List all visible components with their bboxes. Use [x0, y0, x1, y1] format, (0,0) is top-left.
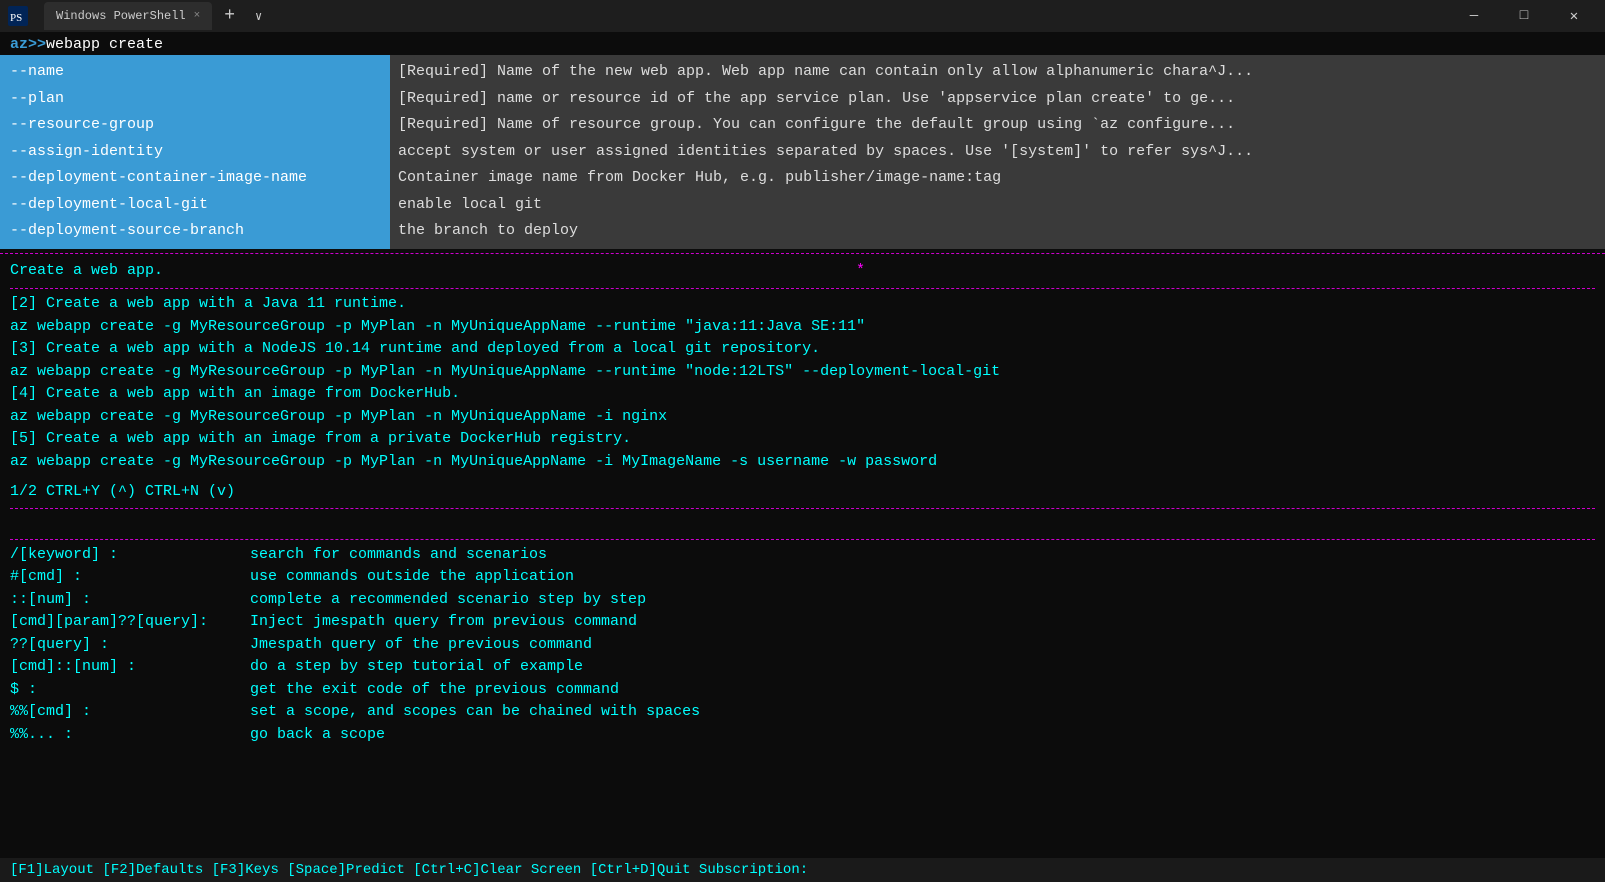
tab-label: Windows PowerShell [56, 9, 186, 23]
autocomplete-item-container-image[interactable]: --deployment-container-image-name [0, 165, 390, 192]
desc-source-branch: the branch to deploy [398, 218, 1597, 245]
desc-assign-identity: accept system or user assigned identitie… [398, 139, 1597, 166]
prompt: az>> [10, 36, 46, 53]
example-3-cmd: az webapp create -g MyResourceGroup -p M… [10, 361, 1595, 384]
help-row-back: %%... : go back a scope [10, 724, 1595, 747]
example-2-label: [2] Create a web app with a Java 11 runt… [10, 293, 1595, 316]
desc-plan: [Required] name or resource id of the ap… [398, 86, 1597, 113]
window-controls: — □ ✕ [1451, 0, 1597, 32]
maximize-button[interactable]: □ [1501, 0, 1547, 32]
autocomplete-item-resource-group[interactable]: --resource-group [0, 112, 390, 139]
help-row-keyword: /[keyword] : search for commands and sce… [10, 544, 1595, 567]
example-5-label: [5] Create a web app with an image from … [10, 428, 1595, 451]
example-3-label: [3] Create a web app with a NodeJS 10.14… [10, 338, 1595, 361]
pagination: 1/2 CTRL+Y (^) CTRL+N (v) [10, 481, 1595, 504]
desc-name: [Required] Name of the new web app. Web … [398, 59, 1597, 86]
help-row-tutorial: [cmd]::[num] : do a step by step tutoria… [10, 656, 1595, 679]
help-row-num: ::[num] : complete a recommended scenari… [10, 589, 1595, 612]
content-star: * [856, 260, 865, 283]
example-4-label: [4] Create a web app with an image from … [10, 383, 1595, 406]
titlebar-tabs: Windows PowerShell × + ∨ [44, 2, 270, 30]
powershell-icon: PS [8, 6, 28, 26]
close-button[interactable]: ✕ [1551, 0, 1597, 32]
terminal-content: Create a web app. * [2] Create a web app… [0, 258, 1605, 747]
example-4-cmd: az webapp create -g MyResourceGroup -p M… [10, 406, 1595, 429]
close-tab-icon[interactable]: × [194, 10, 201, 22]
tab-dropdown-button[interactable]: ∨ [247, 9, 270, 24]
divider-1 [0, 253, 1605, 254]
example-2-cmd: az webapp create -g MyResourceGroup -p M… [10, 316, 1595, 339]
help-row-query: [cmd][param]??[query]: Inject jmespath q… [10, 611, 1595, 634]
svg-text:PS: PS [10, 12, 22, 24]
autocomplete-item-local-git[interactable]: --deployment-local-git [0, 192, 390, 219]
help-row-exit: $ : get the exit code of the previous co… [10, 679, 1595, 702]
minimize-button[interactable]: — [1451, 0, 1497, 32]
divider-2 [10, 288, 1595, 289]
desc-container-image: Container image name from Docker Hub, e.… [398, 165, 1597, 192]
divider-4 [10, 539, 1595, 540]
autocomplete-item-name[interactable]: --name [0, 59, 390, 86]
help-section: /[keyword] : search for commands and sce… [10, 544, 1595, 747]
titlebar-left: PS Windows PowerShell × + ∨ [8, 2, 270, 30]
terminal[interactable]: az>> webapp create --name --plan --resou… [0, 32, 1605, 882]
help-row-jmespath: ??[query] : Jmespath query of the previo… [10, 634, 1595, 657]
help-row-scope: %%[cmd] : set a scope, and scopes can be… [10, 701, 1595, 724]
help-row-cmd: #[cmd] : use commands outside the applic… [10, 566, 1595, 589]
content-header: Create a web app. [10, 260, 163, 283]
section-gap-1 [10, 513, 1595, 535]
autocomplete-descriptions: [Required] Name of the new web app. Web … [390, 55, 1605, 249]
powershell-tab[interactable]: Windows PowerShell × [44, 2, 212, 30]
titlebar: PS Windows PowerShell × + ∨ — □ ✕ [0, 0, 1605, 32]
autocomplete-item-plan[interactable]: --plan [0, 86, 390, 113]
desc-local-git: enable local git [398, 192, 1597, 219]
autocomplete-panel: --name --plan --resource-group --assign-… [0, 55, 1605, 249]
autocomplete-item-assign-identity[interactable]: --assign-identity [0, 139, 390, 166]
command-text: webapp create [46, 36, 163, 53]
example-5-cmd: az webapp create -g MyResourceGroup -p M… [10, 451, 1595, 474]
divider-3 [10, 508, 1595, 509]
command-line: az>> webapp create [0, 32, 1605, 55]
desc-resource-group: [Required] Name of resource group. You c… [398, 112, 1597, 139]
status-bar: [F1]Layout [F2]Defaults [F3]Keys [Space]… [0, 858, 1605, 882]
autocomplete-item-source-branch[interactable]: --deployment-source-branch [0, 218, 390, 245]
status-bar-text: [F1]Layout [F2]Defaults [F3]Keys [Space]… [10, 862, 808, 878]
autocomplete-items[interactable]: --name --plan --resource-group --assign-… [0, 55, 390, 249]
add-tab-button[interactable]: + [216, 7, 243, 25]
